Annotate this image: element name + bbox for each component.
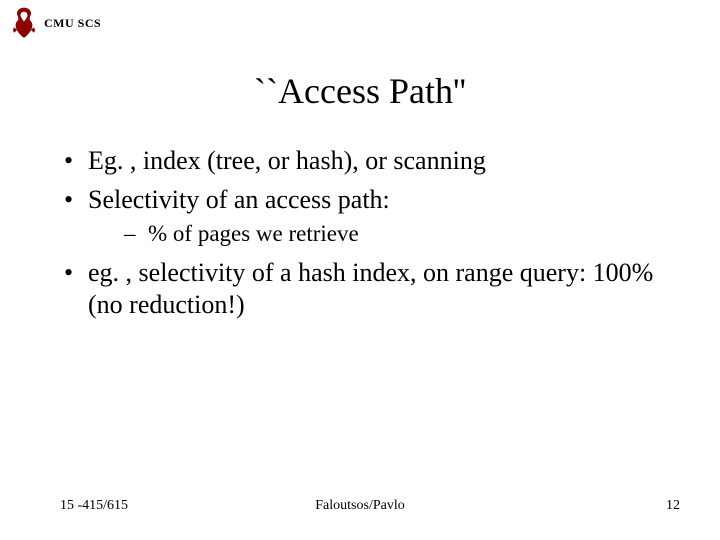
bullet-list: Eg. , index (tree, or hash), or scanning… xyxy=(60,145,660,322)
sub-bullet-item: % of pages we retrieve xyxy=(88,220,660,249)
cmu-scotty-logo-icon xyxy=(10,6,38,40)
bullet-item: eg. , selectivity of a hash index, on ra… xyxy=(60,257,660,322)
slide: CMU SCS ``Access Path'' Eg. , index (tre… xyxy=(0,0,720,540)
affiliation-label: CMU SCS xyxy=(44,16,101,31)
footer-authors: Faloutsos/Pavlo xyxy=(0,498,720,514)
slide-body: Eg. , index (tree, or hash), or scanning… xyxy=(60,145,660,328)
bullet-item: Selectivity of an access path: % of page… xyxy=(60,184,660,249)
bullet-text: Eg. , index (tree, or hash), or scanning xyxy=(88,146,486,175)
slide-title: ``Access Path'' xyxy=(0,70,720,112)
bullet-item: Eg. , index (tree, or hash), or scanning xyxy=(60,145,660,178)
sub-bullet-list: % of pages we retrieve xyxy=(88,220,660,249)
slide-header: CMU SCS xyxy=(10,6,101,40)
bullet-text: eg. , selectivity of a hash index, on ra… xyxy=(88,258,653,320)
bullet-text: Selectivity of an access path: xyxy=(88,185,390,214)
slide-footer: 15 -415/615 Faloutsos/Pavlo 12 xyxy=(0,498,720,518)
footer-page-number: 12 xyxy=(666,498,680,514)
sub-bullet-text: % of pages we retrieve xyxy=(148,221,359,246)
